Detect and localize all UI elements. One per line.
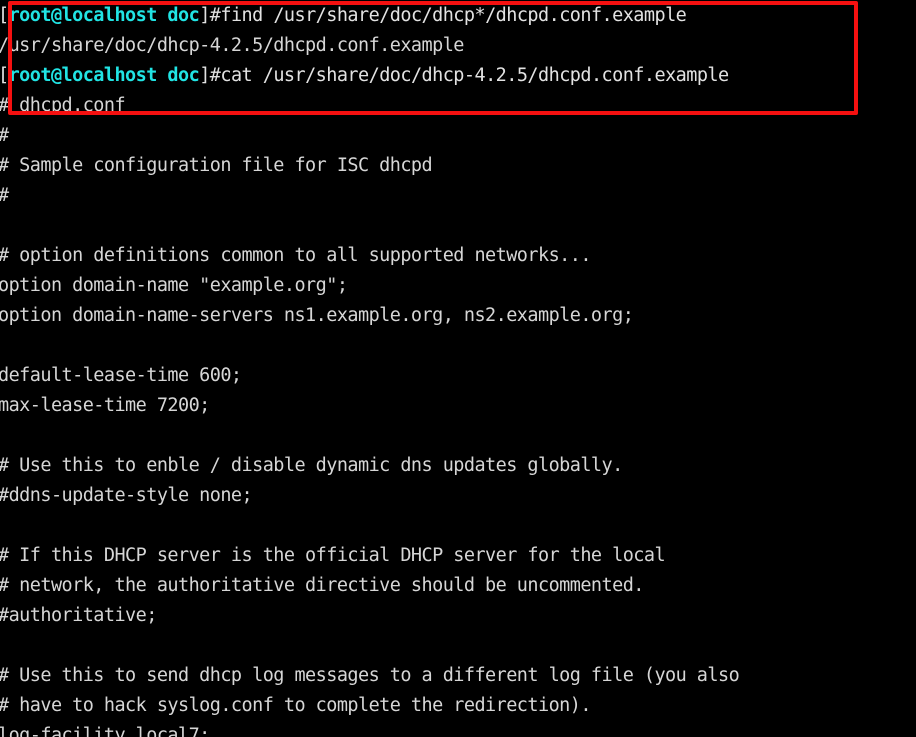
output-text: #ddns-update-style none; — [0, 485, 253, 506]
terminal-output-line: # option definitions common to all suppo… — [0, 241, 916, 271]
terminal-output-line: /usr/share/doc/dhcp-4.2.5/dhcpd.conf.exa… — [0, 31, 916, 61]
terminal-output-line: # Use this to send dhcp log messages to … — [0, 661, 916, 691]
output-text: option domain-name "example.org"; — [0, 275, 348, 296]
prompt-command-text: find /usr/share/doc/dhcp*/dhcpd.conf.exa… — [220, 5, 687, 26]
terminal-output-line: #ddns-update-style none; — [0, 481, 916, 511]
output-text: # If this DHCP server is the official DH… — [0, 545, 666, 566]
output-text: default-lease-time 600; — [0, 365, 242, 386]
terminal-output-line: # Sample configuration file for ISC dhcp… — [0, 151, 916, 181]
prompt-command-text: cat /usr/share/doc/dhcp-4.2.5/dhcpd.conf… — [220, 65, 729, 86]
terminal-output-line: # If this DHCP server is the official DH… — [0, 541, 916, 571]
output-text: #authoritative; — [0, 605, 157, 626]
terminal-output-line: default-lease-time 600; — [0, 361, 916, 391]
terminal-output-line: # dhcpd.conf — [0, 91, 916, 121]
terminal-output-line: log-facility local7; — [0, 721, 916, 737]
output-text: # — [0, 125, 9, 146]
prompt-bracket-close: ]# — [199, 65, 221, 86]
terminal-output-line: # — [0, 121, 916, 151]
output-text: max-lease-time 7200; — [0, 395, 210, 416]
output-text: /usr/share/doc/dhcp-4.2.5/dhcpd.conf.exa… — [0, 35, 464, 56]
terminal-output-line: option domain-name-servers ns1.example.o… — [0, 301, 916, 331]
terminal-output-line: # network, the authoritative directive s… — [0, 571, 916, 601]
output-text: log-facility local7; — [0, 725, 210, 737]
output-text: # Use this to send dhcp log messages to … — [0, 665, 740, 686]
prompt-bracket-close: ]# — [199, 5, 221, 26]
output-text: # have to hack syslog.conf to complete t… — [0, 695, 591, 716]
output-text: # option definitions common to all suppo… — [0, 245, 591, 266]
terminal-prompt-line: [root@localhost doc]#find /usr/share/doc… — [0, 1, 916, 31]
terminal-screen[interactable]: [root@localhost doc]#find /usr/share/doc… — [0, 1, 916, 737]
output-text: option domain-name-servers ns1.example.o… — [0, 305, 634, 326]
prompt-bracket-open: [ — [0, 5, 9, 26]
output-text: # network, the authoritative directive s… — [0, 575, 644, 596]
prompt-user-host-dir: root@localhost doc — [8, 65, 200, 86]
terminal-output-line: # Use this to enble / disable dynamic dn… — [0, 451, 916, 481]
terminal-output-line: # — [0, 181, 916, 211]
prompt-bracket-open: [ — [0, 65, 9, 86]
prompt-user-host-dir: root@localhost doc — [8, 5, 200, 26]
output-text: # Use this to enble / disable dynamic dn… — [0, 455, 623, 476]
output-text: # Sample configuration file for ISC dhcp… — [0, 155, 433, 176]
terminal-output-line: option domain-name "example.org"; — [0, 271, 916, 301]
output-text: # — [0, 185, 9, 206]
output-text: # dhcpd.conf — [0, 95, 126, 116]
terminal-output-line: # have to hack syslog.conf to complete t… — [0, 691, 916, 721]
terminal-prompt-line: [root@localhost doc]#cat /usr/share/doc/… — [0, 61, 916, 91]
terminal-output-line: #authoritative; — [0, 601, 916, 631]
terminal-output-line: max-lease-time 7200; — [0, 391, 916, 421]
terminal-window[interactable]: [root@localhost doc]#find /usr/share/doc… — [0, 0, 916, 737]
